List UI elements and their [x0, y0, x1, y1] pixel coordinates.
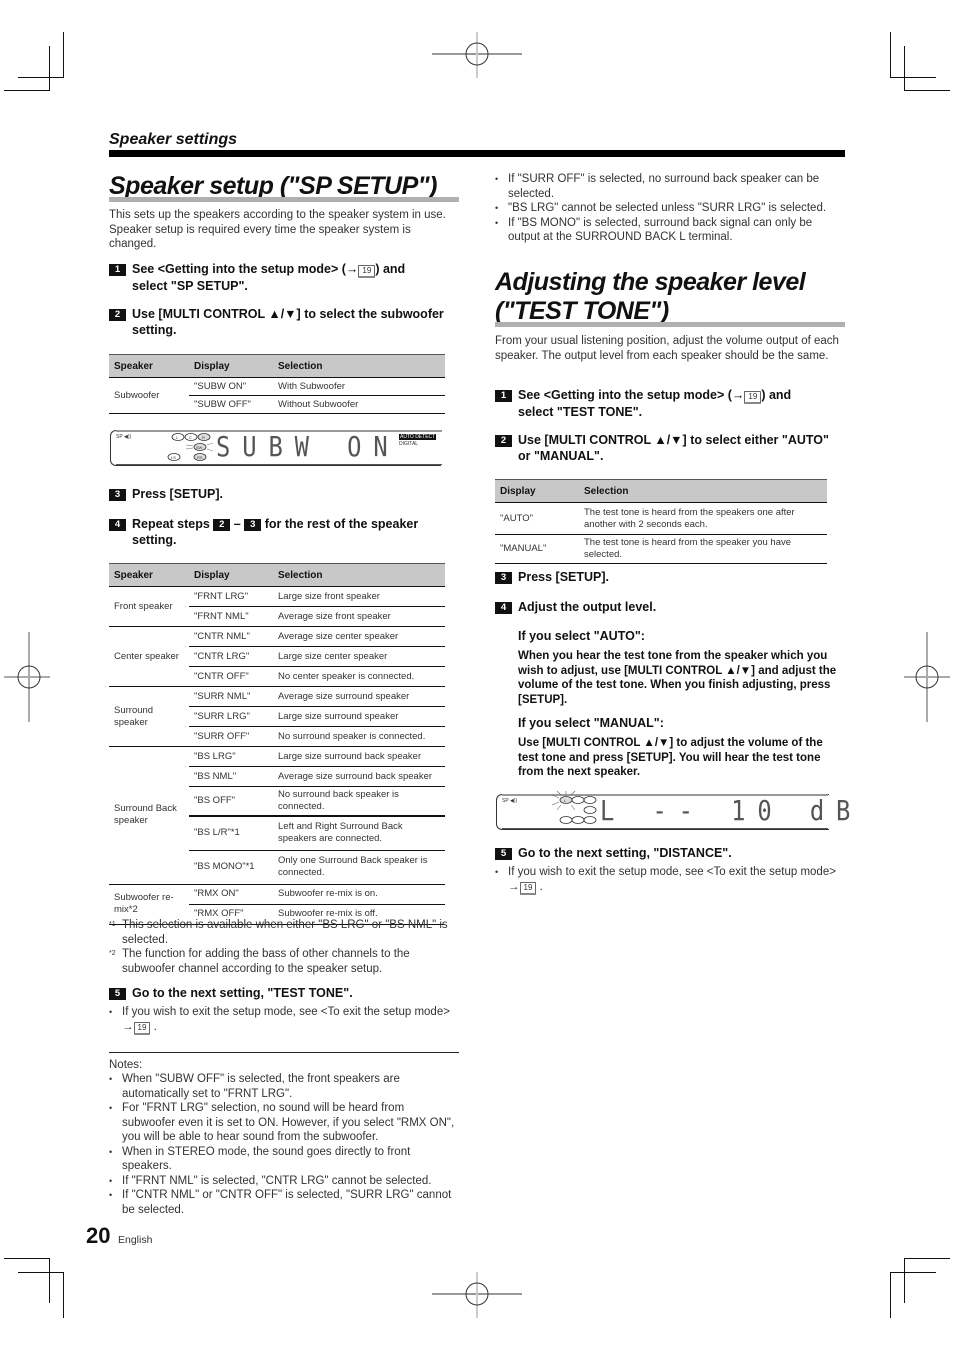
- col-header-speaker: Speaker: [109, 354, 189, 378]
- speaker-layout-icon: L: [551, 790, 597, 824]
- svg-text:R: R: [202, 435, 205, 440]
- step-number: 2: [109, 309, 126, 321]
- notes-continued: If "SURR OFF" is selected, no surround b…: [495, 172, 845, 245]
- intro-text: From your usual listening position, adju…: [495, 335, 839, 362]
- col-header-selection: Selection: [579, 479, 827, 503]
- svg-text:RS: RS: [197, 455, 203, 460]
- speaker-cell: Surround speaker: [109, 686, 189, 747]
- lcd-text: SUBW ON: [216, 430, 400, 463]
- page-number: 20: [86, 1223, 111, 1248]
- page-title-test-tone: Adjusting the speaker level ("TEST TONE"…: [495, 268, 806, 325]
- col-header-display: Display: [189, 563, 273, 587]
- step-5-note: If you wish to exit the setup mode, see …: [495, 865, 850, 895]
- table-row: Surround speaker "SURR NML" Average size s…: [109, 686, 445, 747]
- title-underline: [109, 197, 459, 202]
- table-row: Center speaker "CNTR NML" Average size cen…: [109, 626, 445, 687]
- auto-instructions: When you hear the test tone from the spe…: [518, 650, 837, 706]
- speaker-cell: Front speaker: [109, 586, 189, 627]
- registration-mark-top: [432, 32, 522, 78]
- registration-mark-bottom: [432, 1272, 522, 1318]
- table-row: "AUTO" The test tone is heard from the s…: [495, 502, 827, 535]
- step-1: 1 See <Getting into the setup mode> (→ 19)…: [109, 261, 469, 294]
- intro-text: This sets up the speakers according to t…: [109, 209, 446, 250]
- table-row: Front speaker "FRNT LRG" Large size front …: [109, 586, 445, 627]
- auto-detect-badge: AUTO DETECT: [399, 434, 437, 440]
- list-item: If "BS MONO" is selected, surround back …: [495, 216, 845, 245]
- col-header-display: Display: [495, 479, 579, 503]
- svg-text:LS: LS: [171, 455, 176, 460]
- step-number: 1: [495, 390, 512, 402]
- step-1: 1 See <Getting into the setup mode> (→ 19)…: [495, 387, 855, 420]
- col-header-selection: Selection: [273, 563, 445, 587]
- list-item: When in STEREO mode, the sound goes dire…: [109, 1145, 459, 1174]
- section-title: Speaker settings: [109, 131, 238, 148]
- step-number: 5: [495, 848, 512, 860]
- registration-mark-left: [4, 632, 50, 722]
- speaker-size-table: Speaker Display Selection Front speaker "…: [109, 563, 445, 925]
- test-tone-table: Display Selection "AUTO" The test tone i…: [495, 479, 827, 564]
- svg-text:L: L: [176, 435, 179, 440]
- step-5: 5 Go to the next setting, "TEST TONE".: [109, 985, 353, 1001]
- speaker-indicator: SP ◀)): [502, 798, 518, 804]
- page-language: English: [118, 1234, 153, 1246]
- list-item: If "CNTR NML" or "CNTR OFF" is selected,…: [109, 1188, 459, 1217]
- table-row: Surround Back speaker "BS LRG" Large size …: [109, 746, 445, 885]
- manual-subheading: If you select "MANUAL":: [518, 716, 664, 730]
- step-5: 5 Go to the next setting, "DISTANCE".: [495, 845, 732, 861]
- notes-list: When "SUBW OFF" is selected, the front s…: [109, 1072, 459, 1217]
- table-row: Subwoofer "SUBW ON" With Subwoofer: [109, 377, 445, 414]
- svg-text:C: C: [189, 435, 192, 440]
- digital-label: DIGITAL: [399, 441, 419, 447]
- footnote-2: *2 The function for adding the bass of o…: [109, 948, 410, 975]
- speaker-layout-icon: L C R SW LS RS: [167, 433, 214, 461]
- step-3: 3 Press [SETUP].: [109, 486, 223, 502]
- step-number: 3: [109, 489, 126, 501]
- list-item: If "FRNT NML" is selected, "CNTR LRG" ca…: [109, 1174, 459, 1189]
- list-item: If "SURR OFF" is selected, no surround b…: [495, 172, 845, 201]
- title-underline: [495, 322, 845, 327]
- step-number: 2: [495, 435, 512, 447]
- subwoofer-table: Speaker Display Selection Subwoofer "SUB…: [109, 354, 445, 414]
- step-2: 2 Use [MULTI CONTROL ▲/▼] to select the s…: [109, 306, 469, 338]
- list-item: For "FRNT LRG" selection, no sound will …: [109, 1101, 459, 1145]
- section-bar: [109, 150, 845, 157]
- step-number: 5: [109, 988, 126, 1000]
- svg-text:SW: SW: [196, 445, 203, 450]
- col-header-speaker: Speaker: [109, 563, 189, 587]
- table-row: Subwoofer re-mix*2 "RMX ON" Subwoofer re-m…: [109, 884, 445, 925]
- page-ref-book-icon[interactable]: 19: [133, 1021, 151, 1035]
- step-3: 3 Press [SETUP].: [495, 569, 609, 585]
- speaker-cell: Subwoofer: [109, 377, 189, 414]
- col-header-display: Display: [189, 354, 273, 378]
- speaker-cell: Surround Back speaker: [109, 746, 189, 885]
- auto-subheading: If you select "AUTO":: [518, 629, 645, 643]
- manual-instructions: Use [MULTI CONTROL ▲/▼] to adjust the vo…: [518, 737, 823, 778]
- lcd-text: L -- 10 dB: [600, 794, 863, 827]
- footnote-1: *1 This selection is available when eith…: [109, 919, 448, 946]
- col-header-selection: Selection: [273, 354, 445, 378]
- step-4: 4 Repeat steps 2 – 3 for the rest of the …: [109, 516, 469, 548]
- page-ref-book-icon[interactable]: 19: [358, 265, 376, 278]
- speaker-cell: Center speaker: [109, 626, 189, 687]
- registration-mark-right: [904, 632, 950, 722]
- step-number: 3: [495, 572, 512, 584]
- list-item: "BS LRG" cannot be selected unless "SURR…: [495, 201, 845, 216]
- step-number: 1: [109, 264, 126, 276]
- step-number: 4: [109, 519, 126, 531]
- notes-title: Notes:: [109, 1059, 143, 1071]
- step-2: 2 Use [MULTI CONTROL ▲/▼] to select eithe…: [495, 432, 855, 464]
- step-number: 4: [495, 602, 512, 614]
- step-5-note: If you wish to exit the setup mode, see …: [109, 1005, 459, 1035]
- step-4: 4 Adjust the output level.: [495, 599, 656, 615]
- list-item: When "SUBW OFF" is selected, the front s…: [109, 1072, 459, 1101]
- table-row: "MANUAL" The test tone is heard from the…: [495, 534, 827, 564]
- speaker-indicator: SP ◀)): [116, 434, 132, 440]
- page-ref-book-icon[interactable]: 19: [744, 391, 762, 404]
- notes-divider: [109, 1052, 459, 1053]
- page-ref-book-icon[interactable]: 19: [519, 881, 537, 895]
